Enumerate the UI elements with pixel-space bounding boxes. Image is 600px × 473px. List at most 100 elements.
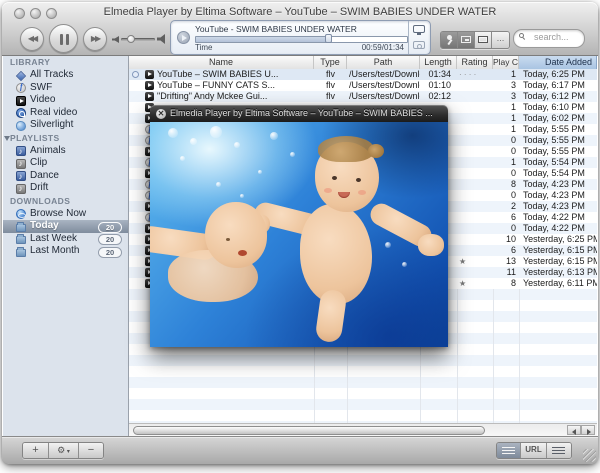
video-file-icon (145, 70, 154, 79)
table-row[interactable]: YouTube – FUNNY CATS S... flv/Users/test/… (129, 80, 597, 91)
note-gray-icon (16, 183, 26, 196)
view-switch-group: URL (496, 442, 572, 459)
baby-hair (318, 136, 374, 162)
sidebar-item-drift[interactable]: Drift (3, 182, 128, 196)
progress-thumb[interactable] (324, 34, 332, 43)
pause-icon (66, 34, 69, 45)
resize-grip[interactable] (583, 449, 596, 462)
minimize-button[interactable] (30, 8, 41, 19)
disclosure-triangle-icon[interactable] (4, 135, 10, 141)
scroll-right-button[interactable] (581, 425, 595, 435)
now-playing-indicator-icon (132, 71, 139, 78)
zoom-button[interactable] (46, 8, 57, 19)
column-separator (493, 289, 494, 424)
folder-icon (16, 234, 26, 244)
cell-name: YouTube – SWIM BABIES U... (157, 69, 279, 79)
note-blue-icon (16, 171, 26, 183)
column-header-type[interactable]: Type (314, 56, 347, 69)
volume-min-icon (112, 36, 119, 43)
camera-icon[interactable] (413, 41, 425, 49)
sidebar-item-video[interactable]: Video (3, 94, 128, 107)
sidebar-item-swf[interactable]: SWF (3, 82, 128, 95)
column-header-length[interactable]: Length (420, 56, 457, 69)
scrollbar-thumb[interactable] (133, 425, 485, 435)
video-file-icon (145, 81, 154, 90)
silver-icon (16, 120, 26, 131)
add-button[interactable]: + (23, 443, 49, 458)
sidebar-item-label: All Tracks (30, 69, 74, 80)
baby-right (300, 204, 372, 304)
sidebar-section-header-playlists[interactable]: PLAYLISTS (3, 132, 128, 145)
sidebar-item-label: Drift (30, 182, 49, 193)
column-header-path[interactable]: Path (347, 56, 420, 69)
sidebar-item-clip[interactable]: Clip (3, 157, 128, 171)
sidebar-item-real-video[interactable]: Real video (3, 107, 128, 120)
progress-slider[interactable] (195, 34, 408, 43)
video-icon (16, 95, 26, 106)
count-badge: 20 (98, 221, 122, 233)
table-row-empty (129, 377, 597, 388)
table-row[interactable]: YouTube – SWIM BABIES U... flv/Users/test… (129, 69, 597, 80)
rewind-button[interactable]: ◀◀ (20, 27, 44, 51)
swf-icon (16, 82, 26, 93)
pause-icon (60, 34, 63, 45)
column-header-date-added[interactable]: Date Added (519, 56, 597, 69)
picture-in-picture-button[interactable] (458, 32, 475, 48)
playlist-view-button[interactable] (547, 443, 571, 458)
video-window[interactable]: ✕ Elmedia Player by Eltima Software – Yo… (150, 105, 448, 347)
video-window-titlebar[interactable]: ✕ Elmedia Player by Eltima Software – Yo… (150, 105, 448, 122)
search-field[interactable] (513, 29, 585, 48)
window-title: Elmedia Player by Eltima Software – YouT… (103, 6, 497, 18)
sidebar-item-label: Real video (30, 106, 78, 118)
column-header-name[interactable]: Name (129, 56, 314, 69)
remove-button[interactable]: − (79, 443, 103, 458)
diamond-icon (15, 70, 27, 81)
cell-name: YouTube – FUNNY CATS S... (157, 80, 276, 90)
pause-button[interactable] (49, 24, 78, 53)
section-title: LIBRARY (10, 57, 51, 67)
sidebar-item-last-week[interactable]: Last Week 20 (3, 233, 128, 245)
note-gray-icon (16, 158, 26, 171)
url-button[interactable]: URL (521, 443, 547, 458)
more-options-button[interactable]: … (492, 32, 509, 48)
sidebar-item-last-month[interactable]: Last Month 20 (3, 245, 128, 258)
action-menu-button[interactable]: ⚙ ▾ (49, 443, 79, 458)
video-window-title: Elmedia Player by Eltima Software – YouT… (170, 108, 433, 118)
display-icon[interactable] (413, 25, 425, 35)
sidebar-item-browse-now[interactable]: Browse Now (3, 208, 128, 221)
sidebar-item-silverlight[interactable]: Silverlight (3, 119, 128, 132)
time-label: Time (195, 43, 213, 52)
chevron-down-icon: ▾ (65, 449, 70, 455)
close-button[interactable] (14, 8, 25, 19)
horizontal-scrollbar[interactable] (129, 423, 597, 437)
sidebar-section-header-library: LIBRARY (3, 56, 128, 69)
column-separator (519, 289, 520, 424)
volume-thumb[interactable] (127, 35, 135, 43)
scroll-left-button[interactable] (567, 425, 581, 435)
section-title: PLAYLISTS (10, 132, 60, 143)
table-row[interactable]: "Drifting" Andy Mckee Gui... flv/Users/te… (129, 91, 597, 102)
sidebar-item-today[interactable]: Today 20 (3, 220, 128, 233)
close-icon[interactable]: ✕ (156, 109, 166, 119)
time-value: 00:59/01:34 (361, 43, 404, 52)
table-row-empty (129, 388, 597, 399)
window-chrome: Elmedia Player by Eltima Software – YouT… (2, 2, 598, 56)
sidebar-item-all-tracks[interactable]: All Tracks (3, 69, 128, 82)
list-view-button[interactable] (497, 443, 521, 458)
column-header-play-count[interactable]: Play Count (493, 56, 519, 69)
fast-forward-button[interactable]: ▶▶ (83, 27, 107, 51)
now-playing-icon (177, 31, 190, 44)
fullscreen-button[interactable] (475, 32, 492, 48)
lcd-display: YouTube - SWIM BABIES UNDER WATER Time 0… (170, 20, 431, 55)
pin-button[interactable] (441, 32, 458, 48)
column-header-rating[interactable]: Rating (457, 56, 493, 69)
list-view-icon (502, 447, 515, 454)
sidebar: LIBRARY All Tracks SWFVideoReal videoSilve… (3, 56, 129, 437)
sidebar-item-label: Video (30, 94, 56, 105)
sidebar-item-animals[interactable]: Animals (3, 145, 128, 158)
search-input[interactable] (532, 31, 584, 43)
sidebar-section-header-downloads: DOWNLOADS (3, 195, 128, 208)
sidebar-item-dance[interactable]: Dance (3, 170, 128, 183)
volume-slider[interactable] (121, 35, 155, 43)
video-frame[interactable] (150, 122, 448, 347)
